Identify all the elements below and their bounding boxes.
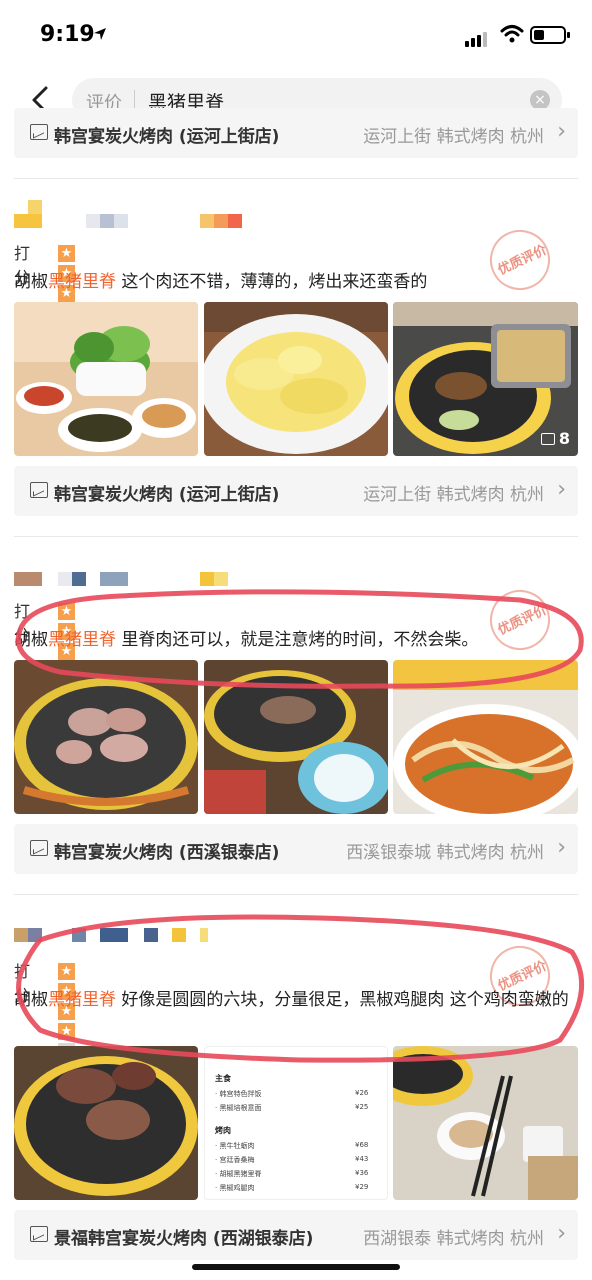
clear-search-icon[interactable]: ×	[530, 90, 550, 110]
review-photo[interactable]	[14, 302, 198, 456]
shop-meta: 运河上街 韩式烤肉 杭州	[363, 485, 544, 505]
shop-meta: 西湖银泰 韩式烤肉 杭州	[363, 1229, 544, 1249]
shop-link[interactable]: 景福韩宫宴炭火烤肉 (西湖银泰店) 西湖银泰 韩式烤肉 杭州 ›	[14, 1210, 578, 1260]
chevron-right-icon: ›	[557, 1221, 566, 1246]
home-indicator	[192, 1264, 400, 1270]
review-text[interactable]: 胡椒黑猪里脊 里脊肉还可以，就是注意烤的时间，不然会柴。	[14, 626, 578, 655]
star-icon: ★	[58, 1023, 75, 1040]
review-photo[interactable]	[393, 660, 578, 814]
review-photo[interactable]	[14, 660, 198, 814]
review-text[interactable]: 胡椒黑猪里脊 这个肉还不错，薄薄的，烤出来还蛮香的	[14, 268, 578, 297]
star-icon: ★	[58, 603, 75, 620]
review-photo[interactable]	[14, 1046, 198, 1200]
chevron-right-icon: ›	[557, 477, 566, 502]
review-photo[interactable]	[393, 1046, 578, 1200]
keyword-highlight: 黑猪里脊	[48, 272, 116, 292]
keyword-highlight: 黑猪里脊	[48, 990, 116, 1010]
wifi-icon	[500, 25, 524, 43]
chevron-right-icon: ›	[557, 835, 566, 860]
shop-name: 韩宫宴炭火烤肉 (运河上街店)	[54, 127, 280, 147]
shop-icon	[30, 482, 48, 498]
shop-icon	[30, 124, 48, 140]
review-photo[interactable]	[204, 302, 388, 456]
shop-link[interactable]: 韩宫宴炭火烤肉 (西溪银泰店) 西溪银泰城 韩式烤肉 杭州 ›	[14, 824, 578, 874]
battery-icon	[530, 26, 570, 44]
image-icon	[540, 433, 555, 445]
shop-icon	[30, 1226, 48, 1242]
shop-meta: 运河上街 韩式烤肉 杭州	[363, 127, 544, 147]
keyword-highlight: 黑猪里脊	[48, 630, 116, 650]
shop-name: 景福韩宫宴炭火烤肉 (西湖银泰店)	[54, 1229, 314, 1249]
shop-meta: 西溪银泰城 韩式烤肉 杭州	[346, 843, 544, 863]
shop-link[interactable]: 韩宫宴炭火烤肉 (运河上街店) 运河上街 韩式烤肉 杭州 ›	[14, 466, 578, 516]
menu-photo[interactable]: 主食 · 韩宫特色拌饭 ¥26 · 黑椒培根意面 ¥25 烤肉 · 黑牛牡蛎肉 …	[204, 1046, 388, 1200]
cellular-signal-icon	[465, 28, 489, 47]
status-time: 9:19	[40, 22, 95, 47]
review-text[interactable]: 胡椒黑猪里脊 好像是圆圆的六块，分量很足，黑椒鸡腿肉 这个鸡肉蛮嫩的	[14, 986, 578, 1015]
star-icon: ★	[58, 963, 75, 980]
shop-link-top[interactable]: 韩宫宴炭火烤肉 (运河上街店) 运河上街 韩式烤肉 杭州 ›	[14, 108, 578, 158]
star-icon: ★	[58, 245, 75, 262]
shop-name: 韩宫宴炭火烤肉 (运河上街店)	[54, 485, 280, 505]
shop-icon	[30, 840, 48, 856]
status-bar: 9:19	[0, 0, 592, 70]
shop-name: 韩宫宴炭火烤肉 (西溪银泰店)	[54, 843, 280, 863]
review-photo[interactable]	[204, 660, 388, 814]
review-photo[interactable]: 8	[393, 302, 578, 456]
chevron-right-icon: ›	[557, 119, 566, 144]
location-arrow-icon	[94, 28, 106, 40]
photo-count: 8	[540, 429, 570, 448]
